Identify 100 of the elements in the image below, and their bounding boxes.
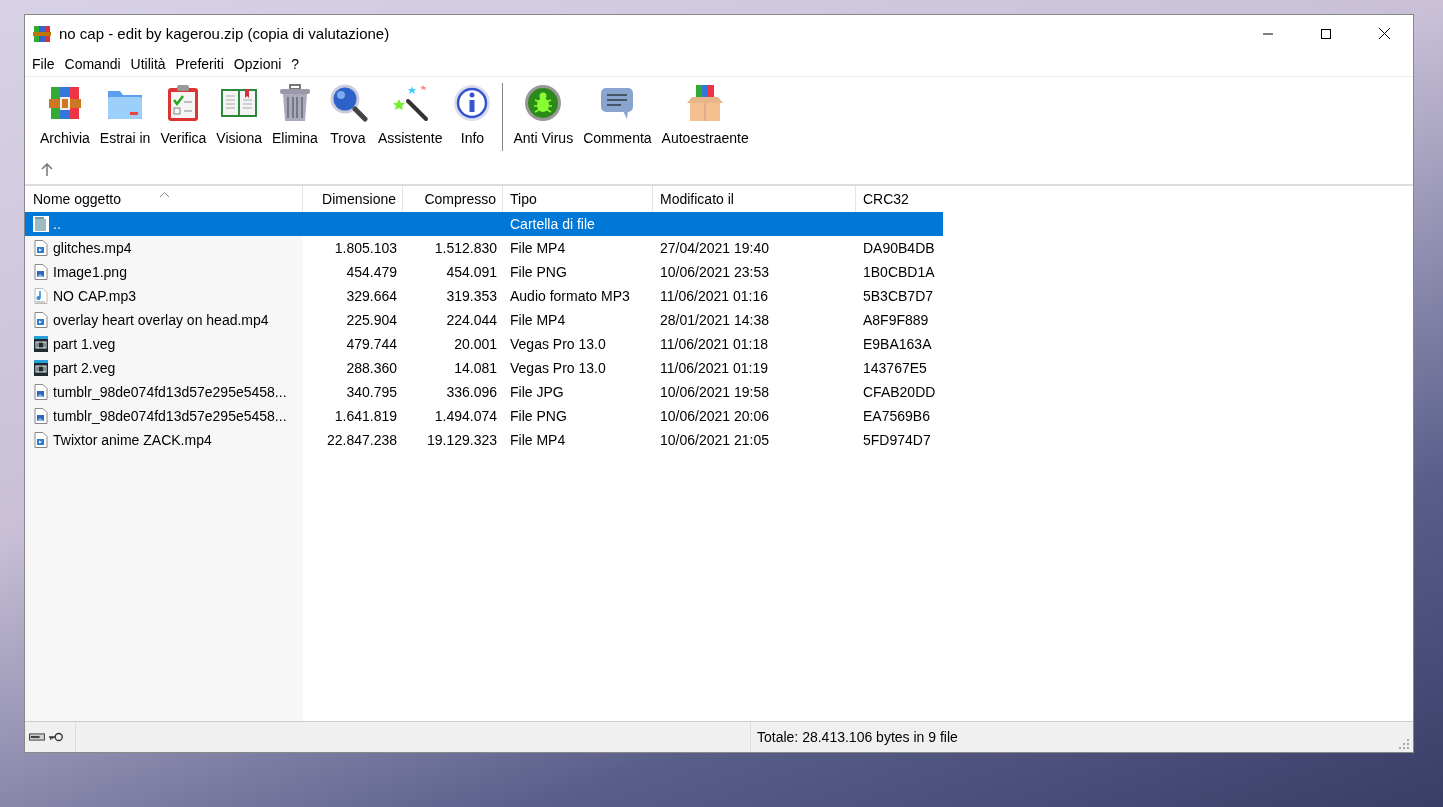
resize-grip-icon[interactable]: [1399, 739, 1409, 749]
table-cell: 1B0CBD1A: [863, 264, 935, 280]
up-arrow-icon[interactable]: [41, 163, 53, 176]
toolbar-button[interactable]: Visiona: [211, 83, 267, 146]
table-cell: EA7569B6: [863, 408, 930, 424]
table-cell: 454.091: [446, 264, 497, 280]
table-cell: 319.353: [446, 288, 497, 304]
menu-item[interactable]: ?: [290, 56, 305, 72]
video-file-icon: [33, 240, 49, 256]
table-cell: 5FD974D7: [863, 432, 931, 448]
drive-icon: [29, 733, 45, 741]
folder-icon: [33, 216, 49, 232]
status-text: Totale: 28.413.106 bytes in 9 file: [750, 722, 1399, 752]
file-name: part 1.veg: [53, 336, 116, 352]
table-cell: 329.664: [346, 288, 397, 304]
toolbar-button[interactable]: Archivia: [35, 83, 95, 146]
table-cell: 479.744: [346, 336, 397, 352]
table-cell: 10/06/2021 19:58: [660, 384, 769, 400]
file-row[interactable]: Image1.png 454.479 454.091 File PNG 10/06/2021 23:53 1B0CBD1A: [25, 260, 943, 284]
table-cell: File MP4: [510, 240, 566, 256]
table-cell: A8F9F889: [863, 312, 929, 328]
table-cell: 454.479: [346, 264, 397, 280]
table-cell: CFAB20DD: [863, 384, 936, 400]
table-cell: File MP4: [510, 432, 566, 448]
file-name: glitches.mp4: [53, 240, 132, 256]
project-file-icon: [33, 336, 49, 352]
image-file-icon: [33, 408, 49, 424]
toolbar-button[interactable]: Anti Virus: [508, 83, 579, 146]
file-name: NO CAP.mp3: [53, 288, 136, 304]
window-title: no cap - edit by kagerou.zip (copia di valutazione): [59, 25, 391, 42]
toolbar-button[interactable]: Estrai in: [94, 83, 156, 146]
maximize-icon: [1321, 28, 1331, 39]
table-cell: Audio formato MP3: [510, 288, 630, 304]
table-cell: File MP4: [510, 312, 566, 328]
file-row[interactable]: NO CAP.mp3 329.664 319.353 Audio formato MP3 11/06/2021 01:16 5B3CB7D7: [25, 284, 943, 308]
file-name: tumblr_98de074fd13d57e295e5458...: [53, 384, 287, 400]
video-file-icon: [33, 312, 49, 328]
menu-item[interactable]: Comandi: [63, 56, 126, 72]
key-icon: [48, 732, 63, 742]
file-row[interactable]: tumblr_98de074fd13d57e295e5458... 1.641.819 1.494.074 File PNG 10/06/2021 20:06 EA7569B6: [25, 404, 943, 428]
file-row[interactable]: glitches.mp4 1.805.103 1.512.830 File MP4 27/04/2021 19:40 DA90B4DB: [25, 236, 943, 260]
table-cell: 14.081: [454, 360, 497, 376]
table-cell: 10/06/2021 21:05: [660, 432, 769, 448]
menu-item[interactable]: Opzioni: [232, 56, 287, 72]
toolbar-button[interactable]: Autoestraente: [656, 83, 754, 146]
image-file-icon: [33, 384, 49, 400]
table-cell: 1.512.830: [434, 240, 497, 256]
table-cell: Vegas Pro 13.0: [510, 336, 606, 352]
file-row[interactable]: tumblr_98de074fd13d57e295e5458... 340.795 336.096 File JPG 10/06/2021 19:58 CFAB20DD: [25, 380, 943, 404]
table-cell: 1.641.819: [334, 408, 397, 424]
table-cell: 225.904: [346, 312, 397, 328]
file-name: ..: [53, 216, 61, 232]
project-file-icon: [33, 360, 49, 376]
table-cell: Cartella di file: [510, 216, 595, 232]
table-cell: 1.494.074: [434, 408, 497, 424]
file-name: overlay heart overlay on head.mp4: [53, 312, 269, 328]
file-name: Twixtor anime ZACK.mp4: [53, 432, 212, 448]
info-icon: [452, 83, 493, 123]
table-cell: 288.360: [346, 360, 397, 376]
table-cell: 336.096: [446, 384, 497, 400]
file-row[interactable]: .. Cartella di file: [25, 212, 943, 236]
box-with-books-icon: [685, 83, 726, 123]
table-cell: 5B3CB7D7: [863, 288, 934, 304]
toolbar-button[interactable]: Trova: [322, 83, 373, 146]
bug-icon: [523, 83, 564, 123]
toolbar-button[interactable]: Info: [447, 83, 498, 146]
toolbar-button[interactable]: Elimina: [266, 83, 323, 146]
table-cell: 20.001: [454, 336, 497, 352]
table-cell: 10/06/2021 23:53: [660, 264, 769, 280]
toolbar-button[interactable]: Commenta: [578, 83, 657, 146]
file-row[interactable]: overlay heart overlay on head.mp4 225.904 224.044 File MP4 28/01/2021 14:38 A8F9F889: [25, 308, 943, 332]
table-cell: 19.129.323: [426, 432, 497, 448]
menu-item[interactable]: Utilità: [129, 56, 171, 72]
table-cell: File PNG: [510, 408, 567, 424]
toolbar-button[interactable]: Verifica: [155, 83, 212, 146]
app-icon: [33, 24, 51, 43]
file-row[interactable]: part 2.veg 288.360 14.081 Vegas Pro 13.0 11/06/2021 01:19 143767E5: [25, 356, 943, 380]
table-cell: 27/04/2021 19:40: [660, 240, 769, 256]
table-cell: 224.044: [446, 312, 497, 328]
table-cell: File PNG: [510, 264, 567, 280]
audio-file-icon: [33, 288, 49, 304]
table-cell: 22.847.238: [326, 432, 397, 448]
sort-caret-icon: [160, 192, 169, 197]
column-header[interactable]: Nome oggetto: [25, 186, 303, 212]
close-icon: [1378, 28, 1390, 39]
file-row[interactable]: part 1.veg 479.744 20.001 Vegas Pro 13.0 11/06/2021 01:18 E9BA163A: [25, 332, 943, 356]
table-cell: 11/06/2021 01:16: [660, 288, 768, 304]
file-name: part 2.veg: [53, 360, 116, 376]
table-cell: 11/06/2021 01:19: [660, 360, 768, 376]
toolbar-button[interactable]: Assistente: [372, 83, 448, 146]
menu-item[interactable]: Preferiti: [174, 56, 229, 72]
file-name: tumblr_98de074fd13d57e295e5458...: [53, 408, 287, 424]
table-cell: 143767E5: [863, 360, 927, 376]
table-cell: 340.795: [346, 384, 397, 400]
file-name: Image1.png: [53, 264, 127, 280]
menu-item[interactable]: File: [31, 56, 60, 72]
table-cell: 28/01/2021 14:38: [660, 312, 769, 328]
file-row[interactable]: Twixtor anime ZACK.mp4 22.847.238 19.129.323 File MP4 10/06/2021 21:05 5FD974D7: [25, 428, 943, 452]
video-file-icon: [33, 432, 49, 448]
image-file-icon: [33, 264, 49, 280]
